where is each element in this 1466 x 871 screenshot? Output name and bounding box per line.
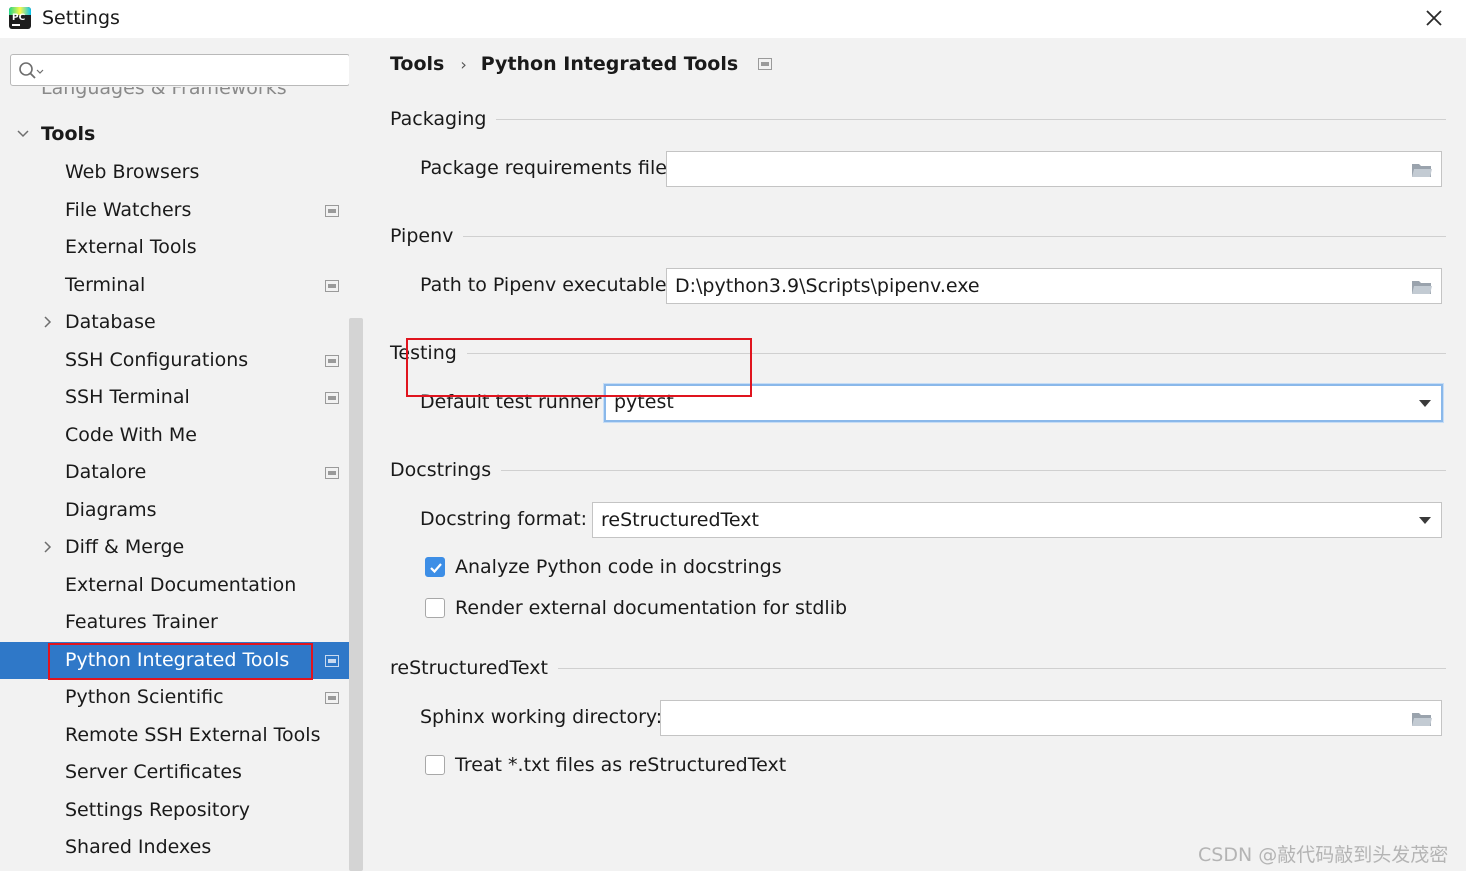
checkbox-box[interactable]	[425, 557, 445, 577]
packaging-section-title: Packaging	[390, 108, 497, 130]
sidebar-item-tools[interactable]: Tools	[0, 116, 349, 153]
pipenv-section-title: Pipenv	[390, 225, 464, 247]
sidebar-item-label: Diff & Merge	[65, 536, 185, 558]
browse-folder-icon[interactable]	[1411, 710, 1433, 728]
search-icon	[18, 61, 44, 81]
sidebar-item-label: Diagrams	[65, 499, 157, 521]
package-requirements-field[interactable]	[666, 151, 1442, 187]
checkbox-box[interactable]	[425, 755, 445, 775]
sidebar-item-label: File Watchers	[65, 199, 192, 221]
window-title: Settings	[42, 7, 120, 29]
settings-content: Tools › Python Integrated Tools Packagin…	[364, 38, 1466, 871]
sidebar-item-label: External Documentation	[65, 574, 297, 596]
checkbox-label: Treat *.txt files as reStructuredText	[455, 754, 787, 776]
dropdown-arrow-icon	[1419, 400, 1431, 407]
sidebar-item-label: Features Trainer	[65, 611, 218, 633]
project-level-icon	[325, 205, 339, 217]
docstring-format-dropdown[interactable]: reStructuredText	[592, 502, 1442, 538]
sidebar-item-label: Database	[65, 311, 156, 333]
dropdown-arrow-icon	[1419, 517, 1431, 524]
packaging-divider	[390, 119, 1446, 120]
breadcrumb-separator: ›	[460, 54, 467, 74]
checkbox-label: Analyze Python code in docstrings	[455, 556, 782, 578]
sidebar-item-label: Settings Repository	[65, 799, 250, 821]
browse-folder-icon[interactable]	[1411, 278, 1433, 296]
sidebar-item-label: Server Certificates	[65, 761, 242, 783]
sidebar-item-label: External Tools	[65, 236, 197, 258]
default-test-runner-label: Default test runner:	[420, 391, 608, 413]
close-button[interactable]	[1418, 4, 1450, 32]
sidebar-item-features-trainer[interactable]: Features Trainer	[0, 604, 349, 641]
docstrings-divider	[390, 470, 1446, 471]
sidebar-item-label: Code With Me	[65, 424, 197, 446]
sidebar-item-label: Web Browsers	[65, 161, 200, 183]
breadcrumb-parent[interactable]: Tools	[390, 53, 444, 75]
search-input[interactable]	[45, 55, 349, 87]
sidebar-item-diagrams[interactable]: Diagrams	[0, 492, 349, 529]
sidebar-item-ssh-configurations[interactable]: SSH Configurations	[0, 342, 349, 379]
pipenv-path-label: Path to Pipenv executable:	[420, 274, 674, 296]
sidebar-item-label: Python Integrated Tools	[65, 649, 290, 671]
sidebar-item-label: Python Scientific	[65, 686, 224, 708]
watermark: CSDN @敲代码敲到头发茂密	[1198, 844, 1449, 866]
sidebar-item-python-integrated-tools[interactable]: Python Integrated Tools	[0, 642, 364, 679]
sidebar-item-external-documentation[interactable]: External Documentation	[0, 567, 349, 604]
sidebar-item-external-tools[interactable]: External Tools	[0, 229, 349, 266]
pipenv-path-field[interactable]: D:\python3.9\Scripts\pipenv.exe	[666, 268, 1442, 304]
sidebar-item-server-certificates[interactable]: Server Certificates	[0, 754, 349, 791]
sidebar-item-code-with-me[interactable]: Code With Me	[0, 417, 349, 454]
project-level-icon	[325, 392, 339, 404]
sidebar-item-label: SSH Configurations	[65, 349, 249, 371]
project-level-icon	[758, 58, 773, 70]
sidebar-item-shared-indexes[interactable]: Shared Indexes	[0, 829, 349, 866]
chevron-down-icon	[17, 130, 29, 138]
settings-search[interactable]	[10, 54, 350, 87]
sidebar-item-web-browsers[interactable]: Web Browsers	[0, 154, 349, 191]
sidebar-item-label: Terminal	[65, 274, 146, 296]
title-bar: PC Settings	[0, 0, 1466, 38]
sidebar-scrollbar-thumb[interactable]	[349, 318, 363, 871]
chevron-right-icon	[44, 541, 52, 553]
package-requirements-label: Package requirements file:	[420, 157, 674, 179]
breadcrumb: Tools › Python Integrated Tools	[390, 51, 773, 77]
project-level-icon	[325, 692, 339, 704]
sphinx-working-directory-label: Sphinx working directory:	[420, 706, 663, 728]
sidebar-item-terminal[interactable]: Terminal	[0, 267, 349, 304]
chevron-right-icon	[44, 316, 52, 328]
sidebar-item-file-watchers[interactable]: File Watchers	[0, 192, 349, 229]
pycharm-logo-icon: PC	[9, 7, 31, 29]
sidebar-item-label: SSH Terminal	[65, 386, 190, 408]
sidebar-item-label: Tools	[41, 123, 96, 145]
checkbox-label: Render external documentation for stdlib	[455, 597, 848, 619]
project-level-icon	[325, 355, 339, 367]
sidebar-item-label: Datalore	[65, 461, 147, 483]
checkmark-icon	[430, 563, 442, 574]
sidebar-item-ssh-terminal[interactable]: SSH Terminal	[0, 379, 349, 416]
project-level-icon	[325, 280, 339, 292]
sidebar-item-python-scientific[interactable]: Python Scientific	[0, 679, 349, 716]
default-test-runner-dropdown[interactable]: pytest	[604, 384, 1443, 422]
breadcrumb-current: Python Integrated Tools	[480, 53, 739, 75]
checkbox-box[interactable]	[425, 598, 445, 618]
restructuredtext-section-title: reStructuredText	[390, 657, 558, 679]
testing-divider	[390, 353, 1446, 354]
sphinx-working-directory-field[interactable]	[660, 700, 1442, 736]
sidebar-item-label: Shared Indexes	[65, 836, 212, 858]
pipenv-divider	[390, 236, 1446, 237]
sidebar-item-settings-repository[interactable]: Settings Repository	[0, 792, 349, 829]
project-level-icon	[325, 655, 339, 667]
docstrings-section-title: Docstrings	[390, 459, 502, 481]
close-icon	[1426, 10, 1442, 26]
sidebar-item-datalore[interactable]: Datalore	[0, 454, 349, 491]
settings-sidebar: Languages & Frameworks Tools Web Browser…	[0, 38, 364, 871]
sidebar-item-label: Remote SSH External Tools	[65, 724, 321, 746]
sidebar-item-remote-ssh-external-tools[interactable]: Remote SSH External Tools	[0, 717, 349, 754]
docstring-format-label: Docstring format:	[420, 508, 588, 530]
sidebar-item-database[interactable]: Database	[0, 304, 349, 341]
project-level-icon	[325, 467, 339, 479]
sidebar-item-languages-frameworks[interactable]: Languages & Frameworks	[41, 87, 287, 107]
testing-section-title: Testing	[390, 342, 467, 364]
browse-folder-icon[interactable]	[1411, 161, 1433, 179]
sidebar-item-diff-merge[interactable]: Diff & Merge	[0, 529, 349, 566]
